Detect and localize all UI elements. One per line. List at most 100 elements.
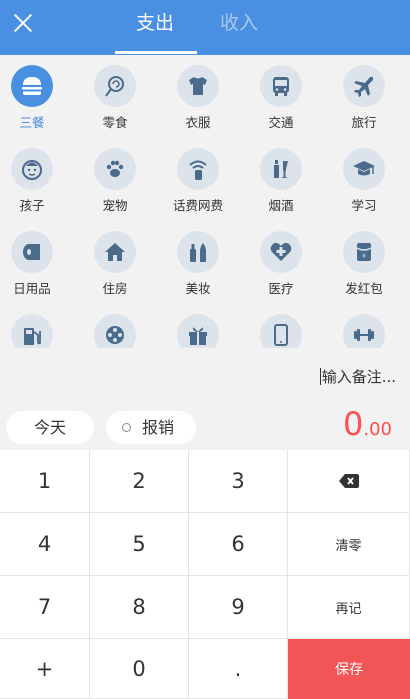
key-4[interactable]: 4: [0, 513, 90, 576]
category-icon-bg: [94, 231, 136, 273]
close-icon[interactable]: [8, 8, 38, 38]
category-icon-bg: [343, 65, 385, 107]
airplane-icon: [354, 77, 373, 97]
key-2[interactable]: 2: [90, 450, 189, 513]
record-again-button[interactable]: 再记: [288, 576, 410, 639]
category-item[interactable]: [80, 304, 150, 348]
category-item[interactable]: 零食: [80, 55, 150, 135]
category-icon-bg: [94, 314, 136, 348]
lollipop-icon: [105, 76, 124, 97]
key-6[interactable]: 6: [189, 513, 288, 576]
category-icon-bg: [177, 231, 219, 273]
backspace-icon: [338, 474, 359, 488]
category-icon-bg: [94, 65, 136, 107]
category-icon-bg: [177, 314, 219, 348]
key-9[interactable]: 9: [189, 576, 288, 639]
category-item[interactable]: 美妆: [163, 221, 233, 301]
category-label: 宠物: [102, 198, 128, 213]
category-icon-bg: [260, 65, 302, 107]
category-label: 话费网费: [172, 198, 223, 213]
graduation-cap-icon: [353, 161, 375, 176]
key-7[interactable]: 7: [0, 576, 90, 639]
category-label: 零食: [102, 115, 128, 130]
category-icon-bg: [343, 314, 385, 348]
category-item[interactable]: 医疗: [246, 221, 316, 301]
category-label: 学习: [351, 198, 377, 213]
bottle-icon: [274, 160, 288, 178]
house-icon: [105, 243, 125, 261]
category-label: 发红包: [345, 281, 383, 296]
svg-text:¥: ¥: [362, 253, 366, 260]
wifi-phone-icon: [189, 160, 207, 180]
category-label: 美妆: [185, 281, 211, 296]
radio-icon: [122, 423, 131, 432]
key-0[interactable]: 0: [90, 639, 189, 699]
category-item[interactable]: 住房: [80, 221, 150, 301]
tab-expense[interactable]: 支出: [136, 10, 174, 36]
category-label: 交通: [268, 115, 294, 130]
category-item[interactable]: 三餐: [0, 55, 67, 135]
category-icon-bg: [177, 65, 219, 107]
key-dot[interactable]: .: [189, 639, 288, 699]
burger-icon: [22, 77, 42, 95]
category-icon-bg: [260, 231, 302, 273]
gas-pump-icon: [24, 328, 41, 345]
text-caret: [319, 368, 321, 385]
key-plus[interactable]: +: [0, 639, 90, 699]
category-label: 孩子: [19, 198, 45, 213]
note-area: 输入备注... 今天 报销 0.00: [0, 348, 410, 448]
cosmetics-icon: [190, 243, 206, 262]
key-8[interactable]: 8: [90, 576, 189, 639]
note-placeholder: 输入备注...: [321, 368, 396, 386]
category-icon-bg: [260, 148, 302, 190]
backspace-button[interactable]: [288, 450, 410, 513]
top-bar: 支出 收入: [0, 0, 410, 55]
category-label: 三餐: [19, 115, 45, 130]
add-record-screen: 支出 收入 三餐 零食 衣服 交通 旅行孩子 宠物 话费网费 烟酒 学习日用品 住房 美妆 医疗 ¥ 发红…: [0, 0, 410, 699]
medical-heart-icon: [270, 242, 292, 261]
active-tab-indicator: [115, 51, 197, 54]
category-label: 烟酒: [268, 198, 294, 213]
reimburse-label: 报销: [142, 418, 175, 437]
category-icon-bg: [11, 314, 53, 348]
category-item[interactable]: [0, 304, 67, 348]
gift-icon: [189, 327, 207, 345]
category-item[interactable]: 交通: [246, 55, 316, 135]
amount-integer: 0: [343, 405, 364, 443]
red-packet-icon: ¥: [356, 243, 372, 261]
note-input[interactable]: 输入备注...: [319, 366, 396, 387]
category-icon-bg: [343, 148, 385, 190]
dumbbell-icon: [354, 329, 374, 341]
category-label: 住房: [102, 281, 128, 296]
child-face-icon: [22, 160, 42, 180]
category-grid: 三餐 零食 衣服 交通 旅行孩子 宠物 话费网费 烟酒 学习日用品 住房 美妆 医疗 ¥ 发红包: [0, 55, 410, 348]
category-icon-bg: [260, 314, 302, 348]
category-item[interactable]: 孩子: [0, 138, 67, 218]
tshirt-icon: [189, 77, 207, 95]
category-item[interactable]: [329, 304, 399, 348]
category-item[interactable]: 烟酒: [246, 138, 316, 218]
date-button[interactable]: 今天: [6, 411, 94, 444]
category-item[interactable]: ¥ 发红包: [329, 221, 399, 301]
key-1[interactable]: 1: [0, 450, 90, 513]
smartphone-icon: [274, 324, 288, 346]
category-item[interactable]: 衣服: [163, 55, 233, 135]
category-icon-bg: ¥: [343, 231, 385, 273]
category-item[interactable]: 学习: [329, 138, 399, 218]
category-label: 医疗: [268, 281, 294, 296]
clear-button[interactable]: 清零: [288, 513, 410, 576]
reimburse-toggle[interactable]: 报销: [106, 411, 196, 444]
category-item[interactable]: 旅行: [329, 55, 399, 135]
film-reel-icon: [106, 326, 124, 344]
category-item[interactable]: [246, 304, 316, 348]
category-item[interactable]: 话费网费: [163, 138, 233, 218]
category-icon-bg: [94, 148, 136, 190]
tab-income[interactable]: 收入: [220, 10, 258, 36]
save-button[interactable]: 保存: [288, 639, 410, 699]
key-3[interactable]: 3: [189, 450, 288, 513]
category-item[interactable]: [163, 304, 233, 348]
category-item[interactable]: 日用品: [0, 221, 67, 301]
category-item[interactable]: 宠物: [80, 138, 150, 218]
key-5[interactable]: 5: [90, 513, 189, 576]
category-label: 日用品: [13, 281, 51, 296]
